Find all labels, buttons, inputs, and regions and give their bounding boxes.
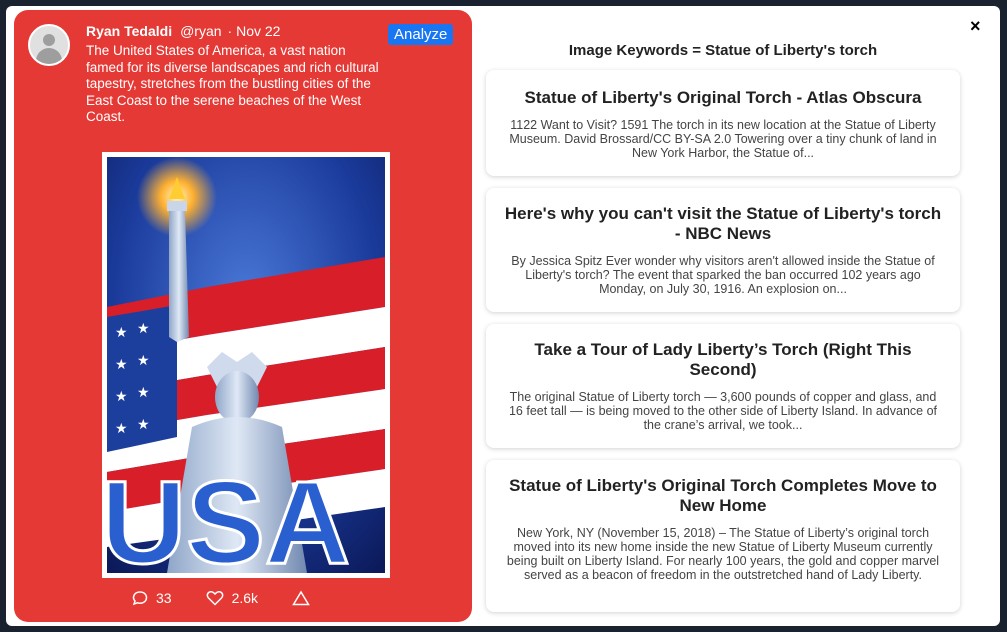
result-title[interactable]: Take a Tour of Lady Liberty’s Torch (Rig… [486, 340, 960, 380]
comment-count: 33 [156, 590, 172, 606]
avatar[interactable] [28, 24, 70, 66]
result-title[interactable]: Here's why you can't visit the Statue of… [486, 204, 960, 244]
result-title[interactable]: Statue of Liberty's Original Torch Compl… [486, 476, 960, 516]
author-handle[interactable]: @ryan [180, 23, 221, 39]
comment-icon [132, 591, 148, 606]
svg-text:★: ★ [137, 416, 150, 432]
share-action[interactable] [292, 590, 318, 606]
triangle-share-icon [292, 590, 310, 606]
svg-text:★: ★ [115, 388, 128, 404]
svg-text:★: ★ [137, 320, 150, 336]
image-keywords-title: Image Keywords = Statue of Liberty's tor… [568, 42, 878, 59]
tweet-image[interactable]: ★ ★ ★ ★ ★ ★ ★ ★ USA [102, 152, 390, 578]
analyze-button[interactable]: Analyze [388, 24, 454, 45]
tweet-text: The United States of America, a vast nat… [86, 43, 379, 124]
tweet-actions: 33 2.6k [132, 590, 352, 606]
result-card[interactable]: Statue of Liberty's Original Torch Compl… [486, 460, 960, 612]
app-window: Ryan Tedaldi @ryan · Nov 22 Analyze The Un… [6, 6, 1000, 626]
svg-text:★: ★ [137, 352, 150, 368]
image-usa-text: USA [107, 457, 350, 573]
like-action[interactable]: 2.6k [206, 590, 258, 606]
svg-text:★: ★ [137, 384, 150, 400]
like-count: 2.6k [231, 590, 259, 606]
result-title[interactable]: Statue of Liberty's Original Torch - Atl… [486, 88, 960, 108]
tweet-meta: Ryan Tedaldi @ryan · Nov 22 [86, 23, 280, 39]
author-name[interactable]: Ryan Tedaldi [86, 23, 172, 39]
result-card[interactable]: Take a Tour of Lady Liberty’s Torch (Rig… [486, 324, 960, 448]
svg-text:★: ★ [115, 324, 128, 340]
comment-action[interactable]: 33 [132, 590, 172, 606]
result-snippet: By Jessica Spitz Ever wonder why visitor… [511, 254, 935, 296]
result-snippet: The original Statue of Liberty torch — 3… [508, 390, 938, 432]
result-card[interactable]: Statue of Liberty's Original Torch - Atl… [486, 70, 960, 176]
tweet-card: Ryan Tedaldi @ryan · Nov 22 Analyze The Un… [14, 10, 472, 622]
tweet-date: · Nov 22 [227, 23, 281, 39]
svg-text:★: ★ [115, 420, 128, 436]
statue-of-liberty-usa-image: ★ ★ ★ ★ ★ ★ ★ ★ USA [107, 157, 385, 573]
result-card[interactable]: Here's why you can't visit the Statue of… [486, 188, 960, 312]
heart-icon [206, 591, 223, 606]
result-snippet: New York, NY (November 15, 2018) – The S… [506, 526, 940, 582]
result-snippet: 1122 Want to Visit? 1591 The torch in it… [509, 118, 937, 160]
svg-text:★: ★ [115, 356, 128, 372]
close-button[interactable]: × [970, 16, 981, 37]
